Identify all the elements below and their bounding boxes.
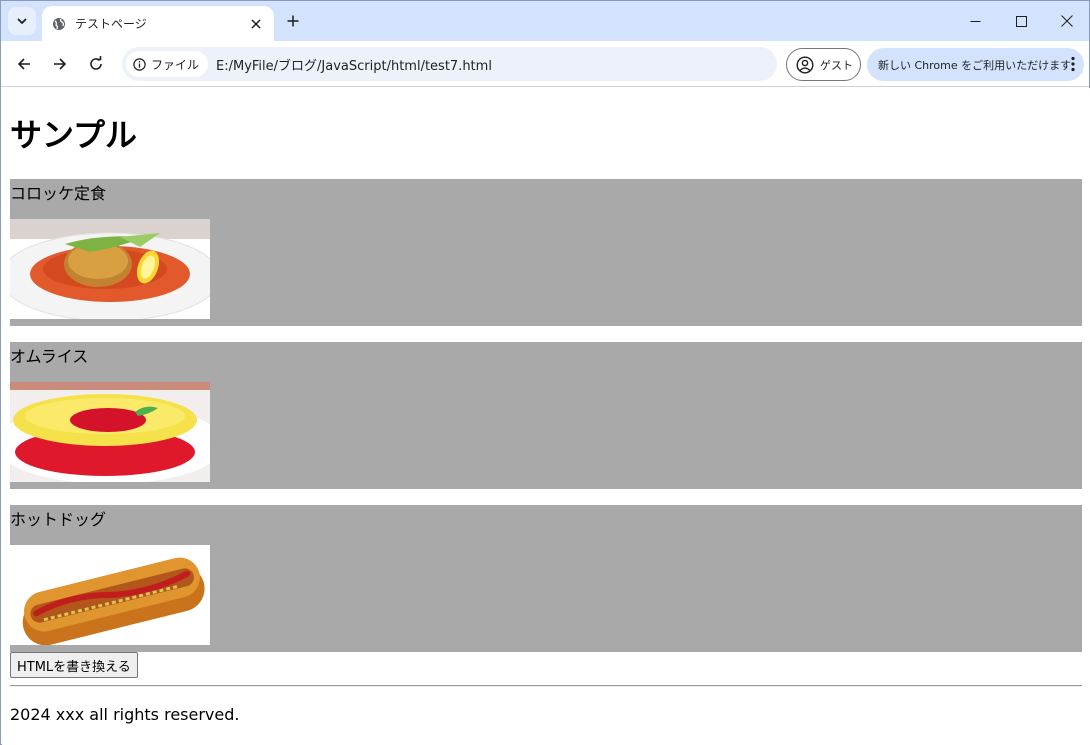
menu-item-hotdog: ホットドッグ bbox=[10, 505, 1082, 652]
chevron-down-icon bbox=[17, 18, 27, 24]
rewrite-html-button[interactable]: HTMLを書き換える bbox=[10, 652, 138, 678]
croquette-plate-photo bbox=[10, 219, 210, 319]
tab-strip: テストページ bbox=[1, 1, 1089, 41]
profile-button[interactable]: ゲスト bbox=[786, 48, 861, 81]
page-content: サンプル コロッケ定食 オムライス ホットドッグ HTMLを書き換える 2024… bbox=[2, 88, 1090, 745]
tab-search-button[interactable] bbox=[8, 7, 36, 35]
update-chrome-label: 新しい Chrome をご利用いただけます bbox=[878, 58, 1072, 72]
menu-item-name: コロッケ定食 bbox=[10, 184, 107, 203]
update-chrome-button[interactable]: 新しい Chrome をご利用いただけます bbox=[867, 48, 1084, 81]
browser-window: テストページ ファイル E:/MyFile/ブログ/JavaScript/htm… bbox=[0, 0, 1090, 745]
footer-text: 2024 xxx all rights reserved. bbox=[10, 705, 240, 724]
url-text: E:/MyFile/ブログ/JavaScript/html/test7.html bbox=[216, 58, 492, 74]
menu-item-name: ホットドッグ bbox=[10, 510, 107, 529]
address-bar[interactable]: ファイル E:/MyFile/ブログ/JavaScript/html/test7… bbox=[122, 47, 777, 81]
forward-arrow-icon[interactable] bbox=[50, 54, 70, 74]
kebab-menu-icon[interactable] bbox=[1071, 56, 1075, 72]
maximize-icon[interactable] bbox=[1011, 11, 1031, 31]
browser-toolbar: ファイル E:/MyFile/ブログ/JavaScript/html/test7… bbox=[1, 41, 1089, 87]
divider bbox=[10, 685, 1082, 687]
tab-title: テストページ bbox=[75, 17, 147, 31]
minimize-icon[interactable] bbox=[965, 11, 985, 31]
close-tab-icon[interactable] bbox=[248, 16, 264, 32]
info-icon bbox=[133, 57, 146, 71]
profile-icon bbox=[796, 55, 814, 74]
profile-label: ゲスト bbox=[820, 58, 853, 72]
page-title: サンプル bbox=[10, 116, 138, 154]
site-info-label: ファイル bbox=[151, 57, 200, 72]
reload-icon[interactable] bbox=[86, 54, 106, 74]
omurice-photo bbox=[10, 382, 210, 482]
menu-item-croquette: コロッケ定食 bbox=[10, 179, 1082, 326]
close-window-icon[interactable] bbox=[1057, 11, 1077, 31]
hotdog-photo bbox=[10, 545, 210, 645]
menu-item-name: オムライス bbox=[10, 347, 89, 366]
new-tab-plus-icon[interactable] bbox=[283, 11, 303, 31]
active-tab[interactable]: テストページ bbox=[42, 6, 274, 41]
globe-icon bbox=[52, 17, 66, 31]
menu-item-omurice: オムライス bbox=[10, 342, 1082, 489]
back-arrow-icon[interactable] bbox=[14, 54, 34, 74]
site-info-chip[interactable]: ファイル bbox=[126, 51, 209, 77]
